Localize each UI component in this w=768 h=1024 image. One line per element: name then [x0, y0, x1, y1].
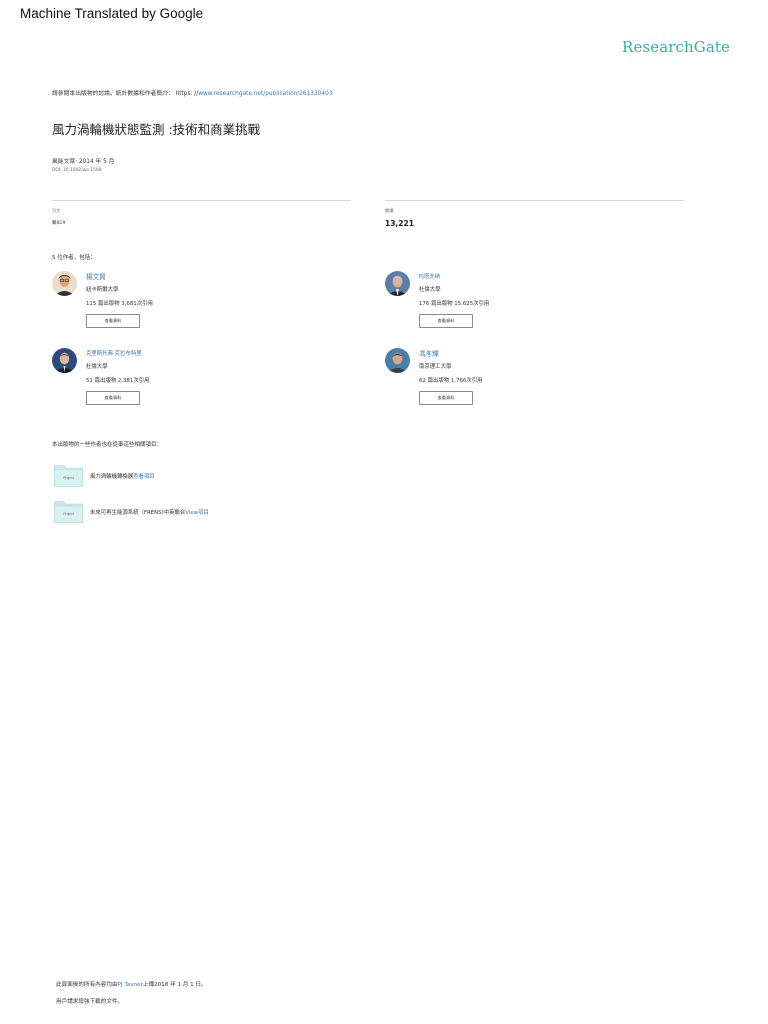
- machine-translated-banner: Machine Translated by Google: [20, 6, 204, 21]
- avatar[interactable]: [52, 348, 77, 373]
- reads-value: 13,221: [385, 219, 414, 228]
- project-text: 未來可再生能源系統（FRENS)中英聯合View項目: [90, 508, 209, 516]
- author-name[interactable]: 克里斯托弗·克拉布特里: [86, 349, 142, 357]
- author-institution: 杜倫大學: [419, 287, 441, 293]
- author-stats: 115 篇出版物 3,681次引用: [86, 301, 153, 307]
- publication-type: 風能文章· 2014 年 5 月: [52, 159, 115, 165]
- footer-request-note: 用戶請求增強下載的文件。: [56, 999, 124, 1005]
- project-title: 未來可再生能源系統（FRENS)中英聯合: [90, 510, 186, 516]
- project-folder-icon[interactable]: Project: [54, 499, 83, 523]
- project-icon-label: Project: [63, 476, 74, 480]
- projects-heading: 本出版物的一些作者也在從事這些相關項目：: [52, 442, 163, 448]
- author-card: PJ塔夫納 杜倫大學 176 篇出版物 15,625次引用 查看資料: [385, 271, 635, 337]
- project-folder-icon[interactable]: Project: [54, 463, 83, 487]
- see-profile-button[interactable]: 查看資料: [419, 391, 473, 405]
- author-institution: 南京理工大學: [419, 364, 452, 370]
- author-institution: 杜倫大學: [86, 364, 108, 370]
- project-title: 風力渦輪機轉換器: [90, 474, 134, 480]
- publication-link[interactable]: www.researchgate.net/publication/2613304…: [198, 91, 332, 97]
- citations-value: 聚819: [52, 221, 66, 226]
- project-item: Project 風力渦輪機轉換器查看項目: [54, 463, 454, 487]
- divider-citations: [52, 200, 351, 201]
- avatar[interactable]: [52, 271, 77, 296]
- divider-reads: [385, 200, 684, 201]
- author-stats: 51 篇出版物 2,381次引用: [86, 378, 150, 384]
- author-name[interactable]: 楊文賢: [86, 271, 106, 281]
- footer-prefix: 此頁面後的所有內容均由: [56, 982, 118, 988]
- project-item: Project 未來可再生能源系統（FRENS)中英聯合View項目: [54, 499, 454, 523]
- project-icon-label: Project: [63, 512, 74, 516]
- author-stats: 176 篇出版物 15,625次引用: [419, 301, 490, 307]
- reads-label: 閱讀: [385, 208, 394, 213]
- see-profile-button[interactable]: 查看資料: [419, 314, 473, 328]
- author-card: 馮冬輝 南京理工大學 62 篇出版物 1,766次引用 查看資料: [385, 348, 635, 414]
- footer-upload-note: 此頁面後的所有內容均由PJ Tavner上傳2018 年 1 月 1 日。: [56, 980, 207, 988]
- author-card: 楊文賢 紐卡斯爾大學 115 篇出版物 3,681次引用 查看資料: [52, 271, 302, 337]
- author-stats: 62 篇出版物 1,766次引用: [419, 378, 483, 384]
- avatar[interactable]: [385, 348, 410, 373]
- see-profile-button[interactable]: 查看資料: [86, 314, 140, 328]
- see-profile-button[interactable]: 查看資料: [86, 391, 140, 405]
- project-text: 風力渦輪機轉換器查看項目: [90, 472, 155, 480]
- citation-prefix: 請參閱本出版物的討論、統計數據和作者簡介： https: //: [52, 91, 199, 97]
- author-institution: 紐卡斯爾大學: [86, 287, 119, 293]
- view-project-link[interactable]: 查看項目: [133, 474, 155, 480]
- avatar[interactable]: [385, 271, 410, 296]
- author-name[interactable]: PJ塔夫納: [419, 272, 440, 280]
- citations-label: 引文: [52, 208, 61, 213]
- publication-title: 風力渦輪機狀態監測 :技術和商業挑戰: [52, 122, 261, 137]
- uploader-link[interactable]: PJ Tavner: [118, 982, 143, 988]
- authors-heading: 5 位作者，包括：: [52, 255, 96, 261]
- author-name[interactable]: 馮冬輝: [419, 348, 439, 358]
- footer-suffix: 上傳2018 年 1 月 1 日。: [142, 982, 207, 988]
- author-card: 克里斯托弗·克拉布特里 杜倫大學 51 篇出版物 2,381次引用 查看資料: [52, 348, 302, 414]
- publication-doi: DOI: 10.1002/we.1508: [52, 168, 102, 173]
- researchgate-logo[interactable]: ResearchGate: [622, 38, 730, 56]
- view-project-link[interactable]: View項目: [185, 510, 209, 516]
- citation-line: 請參閱本出版物的討論、統計數據和作者簡介： https: //www.resea…: [52, 88, 332, 97]
